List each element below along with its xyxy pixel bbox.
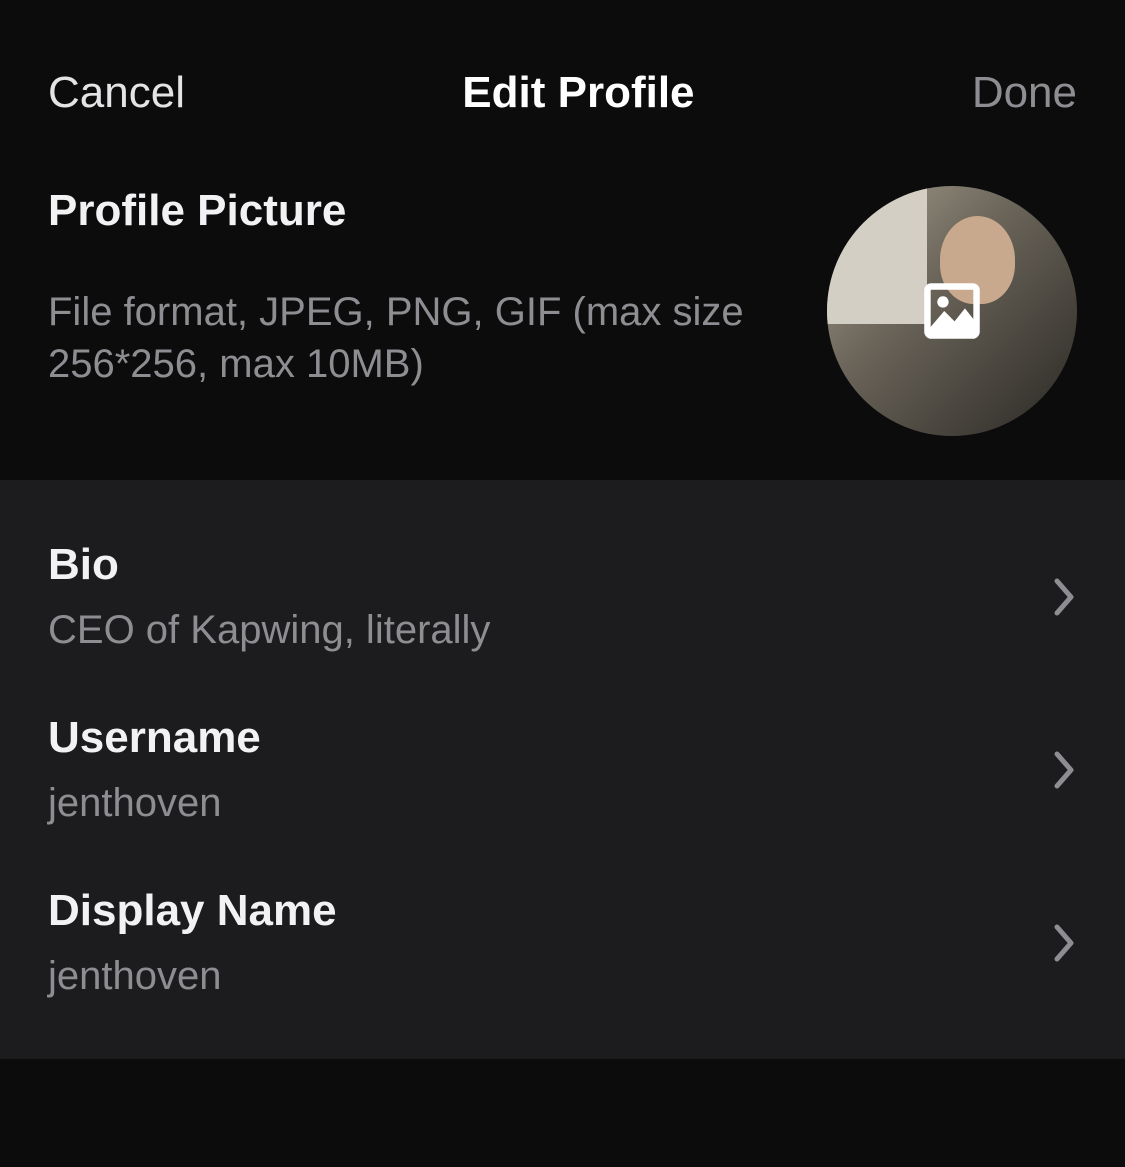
profile-picture-section: Profile Picture File format, JPEG, PNG, … xyxy=(0,166,1125,480)
header-bar: Cancel Edit Profile Done xyxy=(0,0,1125,166)
bottom-bar xyxy=(0,1059,1125,1167)
settings-list: Bio CEO of Kapwing, literally Username j… xyxy=(0,480,1125,1059)
cancel-button[interactable]: Cancel xyxy=(48,68,185,118)
done-button[interactable]: Done xyxy=(972,68,1077,118)
chevron-right-icon xyxy=(1053,750,1077,790)
username-value: jenthoven xyxy=(48,781,1033,826)
chevron-right-icon xyxy=(1053,577,1077,617)
profile-picture-text: Profile Picture File format, JPEG, PNG, … xyxy=(48,186,827,390)
profile-picture-subtitle: File format, JPEG, PNG, GIF (max size 25… xyxy=(48,286,797,390)
page-title: Edit Profile xyxy=(462,68,694,118)
bio-row[interactable]: Bio CEO of Kapwing, literally xyxy=(0,510,1125,683)
chevron-right-icon xyxy=(1053,923,1077,963)
display-name-value: jenthoven xyxy=(48,954,1033,999)
display-name-text: Display Name jenthoven xyxy=(48,886,1033,999)
display-name-label: Display Name xyxy=(48,886,1033,936)
avatar-upload-button[interactable] xyxy=(827,186,1077,436)
username-text: Username jenthoven xyxy=(48,713,1033,826)
username-label: Username xyxy=(48,713,1033,763)
profile-picture-title: Profile Picture xyxy=(48,186,797,236)
bio-label: Bio xyxy=(48,540,1033,590)
username-row[interactable]: Username jenthoven xyxy=(0,683,1125,856)
bio-text: Bio CEO of Kapwing, literally xyxy=(48,540,1033,653)
image-upload-icon xyxy=(921,280,983,342)
display-name-row[interactable]: Display Name jenthoven xyxy=(0,856,1125,1029)
bio-value: CEO of Kapwing, literally xyxy=(48,608,1033,653)
